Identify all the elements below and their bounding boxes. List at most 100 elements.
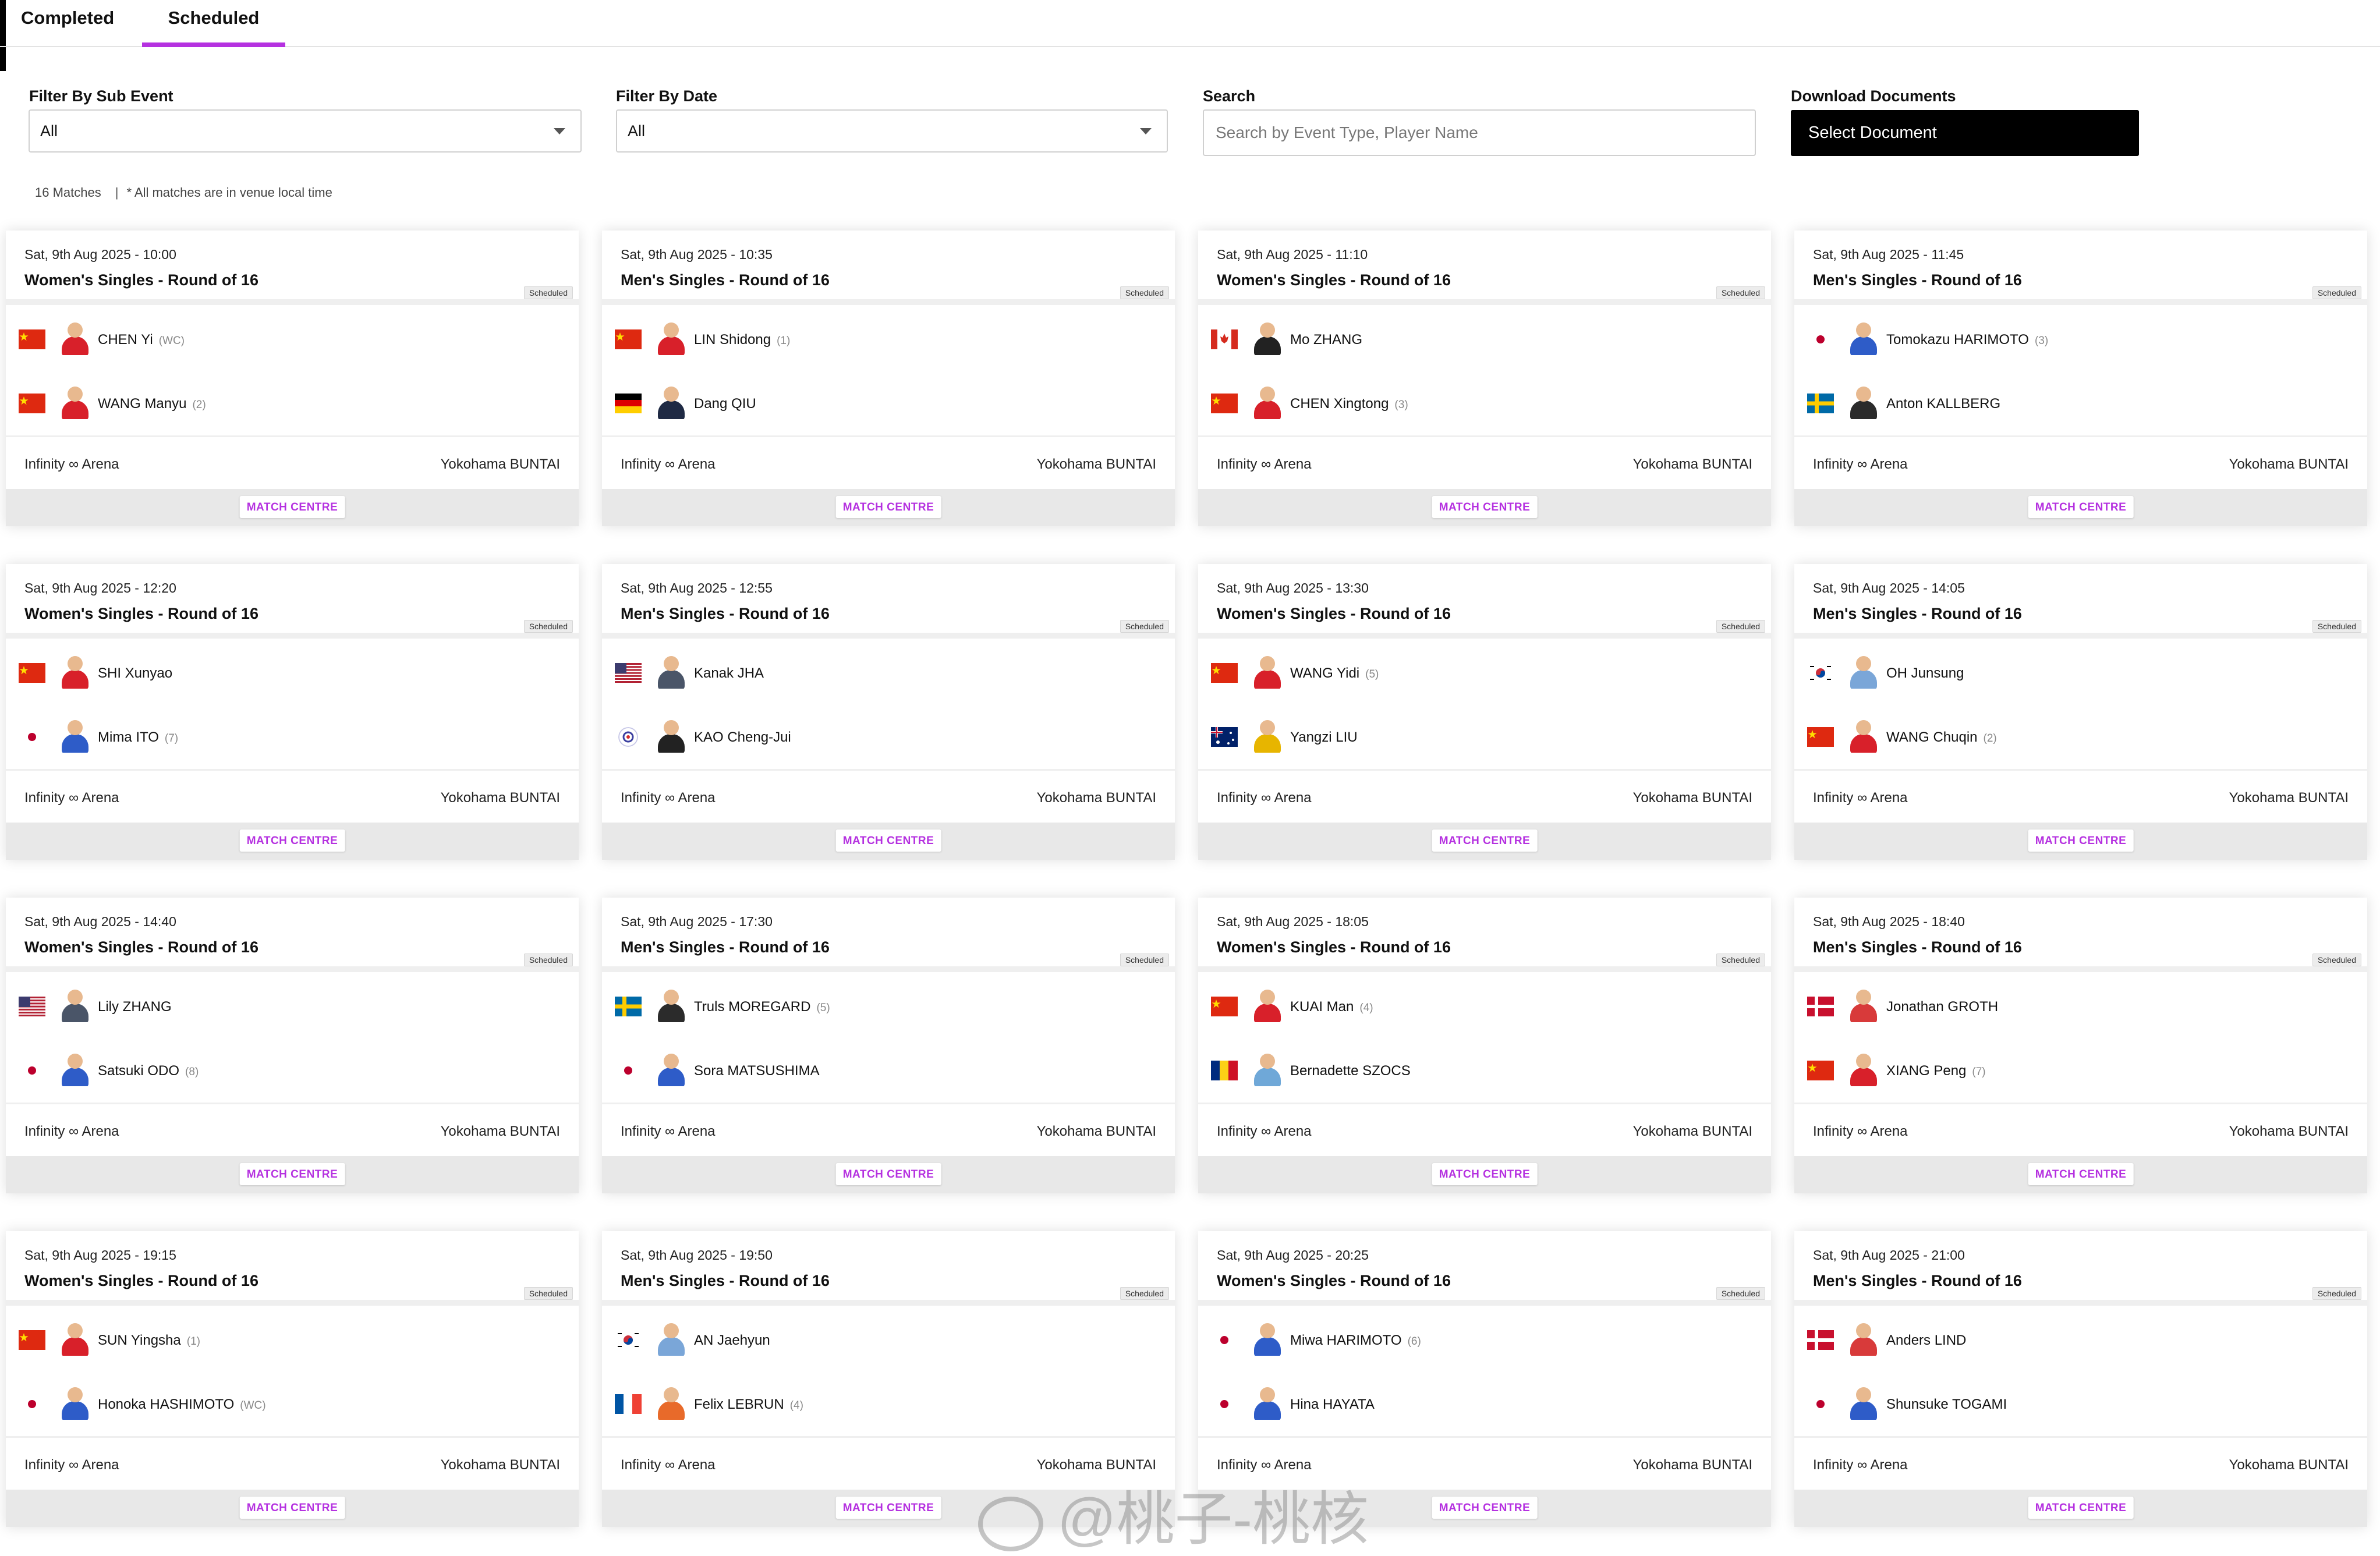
sub-event-select[interactable]: All [29, 109, 582, 153]
flag-icon [618, 1061, 638, 1080]
flag-icon [1811, 329, 1830, 349]
match-centre-button[interactable]: MATCH CENTRE [835, 1497, 941, 1519]
venue-name: Infinity ∞ Arena [1217, 790, 1312, 806]
date-select[interactable]: All [616, 109, 1168, 153]
match-datetime: Sat, 9th Aug 2025 - 14:40 [24, 914, 176, 929]
player-row: Mima ITO (7) [19, 718, 543, 753]
avatar-body [1850, 336, 1877, 355]
player-avatar [656, 1386, 687, 1420]
flag-icon [1807, 663, 1834, 683]
match-centre-button[interactable]: MATCH CENTRE [835, 1163, 941, 1185]
card-divider [602, 1436, 1175, 1438]
match-centre-button[interactable]: MATCH CENTRE [239, 496, 345, 518]
player-name-text: LIN Shidong [694, 332, 771, 348]
card-divider [1198, 633, 1771, 639]
player-avatar [1848, 655, 1879, 689]
player-name: AN Jaehyun [694, 1332, 770, 1349]
match-event: Men's Singles - Round of 16 [621, 271, 830, 289]
match-centre-button[interactable]: MATCH CENTRE [835, 830, 941, 852]
match-event: Men's Singles - Round of 16 [1813, 1272, 2022, 1289]
avatar-body [1850, 670, 1877, 689]
player-name: Jonathan GROTH [1886, 999, 1998, 1015]
match-datetime: Sat, 9th Aug 2025 - 12:55 [621, 580, 773, 596]
player-row: Anders LIND [1807, 1321, 2331, 1356]
match-event: Men's Singles - Round of 16 [1813, 605, 2022, 622]
watermark: @桃子-桃核 [978, 1472, 1369, 1556]
player-avatar [59, 1386, 91, 1420]
player-name-text: XIANG Peng [1886, 1063, 1967, 1079]
match-card: Sat, 9th Aug 2025 - 10:00 Women's Singles… [6, 231, 579, 526]
flag-icon [1807, 1061, 1834, 1080]
match-card: Sat, 9th Aug 2025 - 11:10 Women's Singles… [1198, 231, 1771, 526]
search-input[interactable] [1203, 109, 1756, 156]
flag-icon [1211, 997, 1238, 1016]
match-centre-button[interactable]: MATCH CENTRE [835, 496, 941, 518]
player-name: Miwa HARIMOTO (6) [1290, 1332, 1421, 1349]
status-badge: Scheduled [1120, 1287, 1169, 1300]
flag-icon [615, 997, 642, 1016]
match-centre-button[interactable]: MATCH CENTRE [1432, 830, 1538, 852]
match-event: Women's Singles - Round of 16 [24, 605, 258, 622]
select-document-button[interactable]: Select Document [1791, 110, 2139, 156]
match-card: Sat, 9th Aug 2025 - 10:35 Men's Singles -… [602, 231, 1175, 526]
status-badge: Scheduled [2312, 1287, 2361, 1300]
match-card: Sat, 9th Aug 2025 - 13:30 Women's Singles… [1198, 564, 1771, 860]
match-centre-button[interactable]: MATCH CENTRE [239, 830, 345, 852]
card-footer: MATCH CENTRE [6, 489, 579, 526]
card-divider [1198, 299, 1771, 305]
status-badge: Scheduled [523, 1287, 573, 1300]
match-centre-button[interactable]: MATCH CENTRE [1432, 1497, 1538, 1519]
avatar-head [664, 1054, 679, 1069]
match-datetime: Sat, 9th Aug 2025 - 18:40 [1813, 914, 1965, 929]
match-centre-button[interactable]: MATCH CENTRE [239, 1497, 345, 1519]
avatar-body [62, 336, 88, 355]
player-name: Yangzi LIU [1290, 729, 1358, 746]
match-centre-button[interactable]: MATCH CENTRE [2028, 1497, 2134, 1519]
player-name-text: Lily ZHANG [98, 999, 172, 1015]
player-avatar [59, 655, 91, 689]
player-avatar [1848, 1322, 1879, 1356]
match-centre-button[interactable]: MATCH CENTRE [1432, 1163, 1538, 1185]
match-count: 16 Matches [35, 185, 101, 200]
avatar-head [1260, 990, 1275, 1005]
player-row: WANG Yidi (5) [1211, 654, 1735, 689]
venue-city: Yokohama BUNTAI [1632, 790, 1752, 806]
card-divider [1198, 769, 1771, 771]
match-centre-button[interactable]: MATCH CENTRE [1432, 496, 1538, 518]
player-name-text: Kanak JHA [694, 665, 764, 681]
card-divider [6, 1436, 579, 1438]
venue-name: Infinity ∞ Arena [621, 1123, 716, 1139]
player-avatar [59, 321, 91, 355]
match-card: Sat, 9th Aug 2025 - 12:20 Women's Singles… [6, 564, 579, 860]
player-row: LIN Shidong (1) [615, 320, 1139, 355]
avatar-body [1254, 336, 1281, 355]
player-avatar [656, 719, 687, 753]
venue-name: Infinity ∞ Arena [24, 790, 119, 806]
player-row: WANG Manyu (2) [19, 384, 543, 419]
match-card: Sat, 9th Aug 2025 - 11:45 Men's Singles -… [1794, 231, 2367, 526]
player-name-text: Sora MATSUSHIMA [694, 1063, 820, 1079]
flag-icon [1211, 329, 1238, 349]
match-card: Sat, 9th Aug 2025 - 17:30 Men's Singles -… [602, 898, 1175, 1193]
match-centre-button[interactable]: MATCH CENTRE [2028, 830, 2134, 852]
tab-completed[interactable]: Completed [21, 0, 114, 46]
card-divider [6, 966, 579, 972]
match-centre-button[interactable]: MATCH CENTRE [239, 1163, 345, 1185]
avatar-body [658, 1068, 685, 1086]
watermark-text: @桃子-桃核 [1057, 1487, 1369, 1552]
match-event: Men's Singles - Round of 16 [621, 1272, 830, 1289]
avatar-head [1856, 322, 1871, 338]
flag-icon [1214, 1330, 1234, 1350]
player-avatar [1252, 1052, 1283, 1086]
match-centre-button[interactable]: MATCH CENTRE [2028, 1163, 2134, 1185]
download-documents-label: Download Documents [1791, 87, 1956, 105]
match-centre-button[interactable]: MATCH CENTRE [2028, 496, 2134, 518]
match-datetime: Sat, 9th Aug 2025 - 19:50 [621, 1247, 773, 1263]
venue-name: Infinity ∞ Arena [24, 1123, 119, 1139]
match-datetime: Sat, 9th Aug 2025 - 12:20 [24, 580, 176, 596]
status-badge: Scheduled [1120, 286, 1169, 299]
venue-city: Yokohama BUNTAI [1632, 456, 1752, 472]
avatar-head [68, 990, 83, 1005]
tab-scheduled[interactable]: Scheduled [142, 0, 285, 47]
status-badge: Scheduled [1716, 620, 1765, 633]
